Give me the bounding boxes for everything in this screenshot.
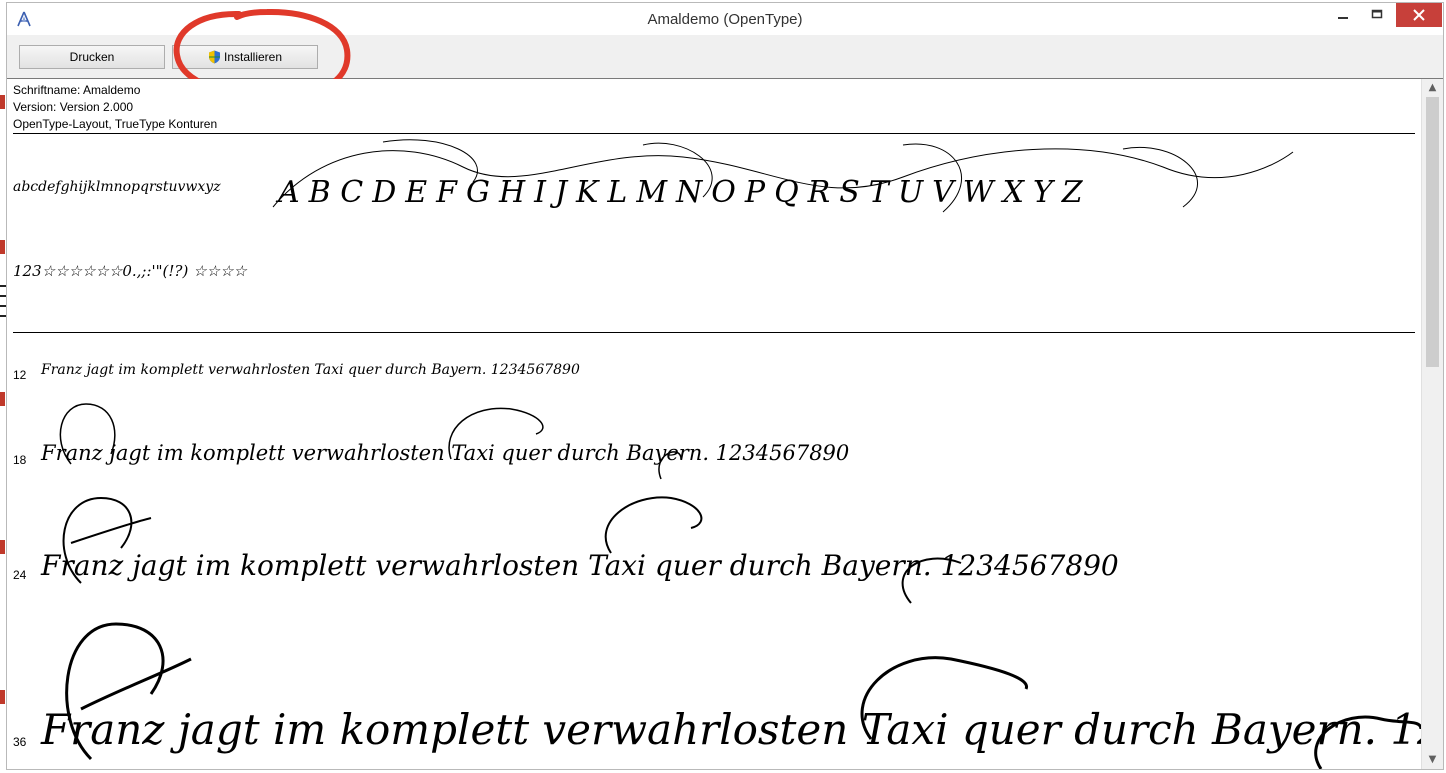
- maximize-icon: [1371, 9, 1383, 19]
- title-bar: Amaldemo (OpenType): [7, 3, 1443, 36]
- uac-shield-icon: [208, 49, 221, 71]
- uppercase-specimen: ABCDEFGHIJKLMNOPQRSTUVWXYZ: [272, 139, 1294, 213]
- vertical-scrollbar[interactable]: ▲ ▼: [1421, 79, 1443, 769]
- font-name: Schriftname: Amaldemo: [13, 83, 141, 97]
- close-icon: [1413, 9, 1425, 21]
- divider: [13, 332, 1415, 333]
- minimize-icon: [1338, 17, 1348, 19]
- sample-text: Franz jagt im komplett verwahrlosten Tax…: [41, 362, 580, 378]
- font-info: Schriftname: Amaldemo Version: Version 2…: [13, 82, 217, 133]
- install-button[interactable]: Installieren: [172, 45, 318, 69]
- size-label: 12: [13, 368, 27, 382]
- lowercase-specimen: abcdefghijklmnopqrstuvwxyz: [13, 179, 221, 195]
- size-label: 24: [13, 568, 27, 582]
- font-viewer-window: Amaldemo (OpenType) Drucken Installieren…: [6, 2, 1444, 770]
- scroll-thumb[interactable]: [1426, 97, 1439, 367]
- install-button-label: Installieren: [223, 50, 283, 64]
- minimize-button[interactable]: [1328, 3, 1358, 27]
- font-version: Version: Version 2.000: [13, 100, 134, 114]
- sample-text: Franz jagt im komplett verwahrlosten Tax…: [41, 441, 850, 465]
- toolbar: Drucken Installieren: [7, 35, 1443, 79]
- sample-text: Franz jagt im komplett verwahrlosten Tax…: [41, 705, 1421, 754]
- divider: [13, 133, 1415, 134]
- scroll-up-icon[interactable]: ▲: [1422, 79, 1443, 97]
- font-preview-area: Schriftname: Amaldemo Version: Version 2…: [7, 79, 1421, 769]
- uppercase-text: ABCDEFGHIJKLMNOPQRSTUVWXYZ: [275, 175, 1092, 210]
- maximize-button[interactable]: [1362, 3, 1392, 27]
- print-button[interactable]: Drucken: [19, 45, 165, 69]
- scroll-down-icon[interactable]: ▼: [1422, 751, 1443, 769]
- sample-text: Franz jagt im komplett verwahrlosten Tax…: [41, 549, 1119, 582]
- digits-specimen: 123☆☆☆☆☆☆0.,;:'"(!?) ☆☆☆☆: [13, 262, 247, 280]
- close-button[interactable]: [1396, 3, 1442, 27]
- window-title: Amaldemo (OpenType): [647, 11, 803, 28]
- font-format: OpenType-Layout, TrueType Konturen: [13, 117, 218, 131]
- size-label: 36: [13, 735, 27, 749]
- size-label: 18: [13, 453, 27, 467]
